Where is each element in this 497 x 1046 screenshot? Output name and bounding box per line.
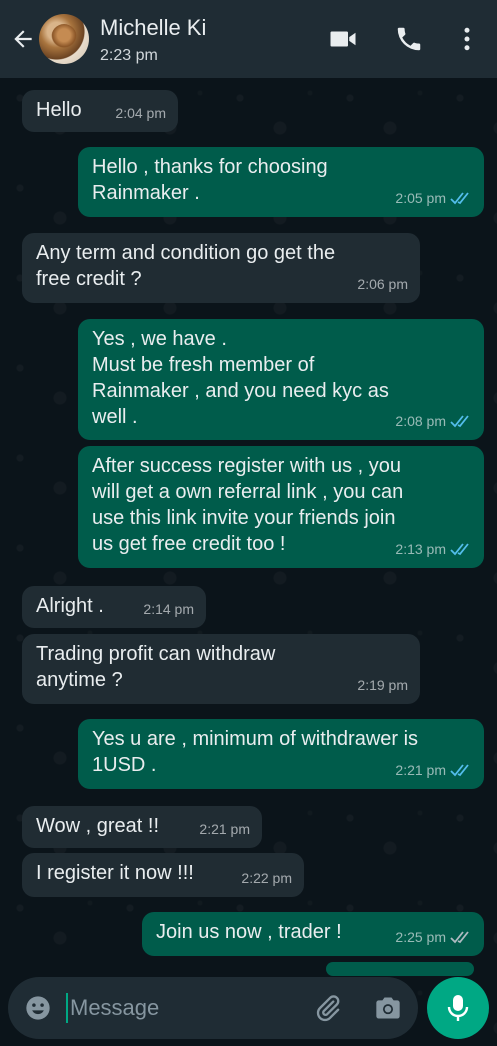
- message-meta: 2:21 pm: [199, 816, 250, 842]
- message-time: 2:05 pm: [395, 190, 446, 206]
- message-time: 2:08 pm: [395, 413, 446, 429]
- message-meta: 2:21 pm: [395, 757, 472, 783]
- message-meta: 2:19 pm: [357, 672, 408, 698]
- message-meta: 2:13 pm: [395, 536, 472, 562]
- message-time: 2:06 pm: [357, 276, 408, 292]
- message-meta: 2:06 pm: [357, 271, 408, 297]
- message-meta: 2:14 pm: [143, 596, 194, 622]
- message-text: Any term and condition go get the free c…: [36, 242, 336, 290]
- message-time: 2:25 pm: [395, 929, 446, 945]
- message-text: Hello: [36, 99, 82, 121]
- mic-button[interactable]: [427, 977, 489, 1039]
- message-outgoing[interactable]: Yes , we have . Must be fresh member of …: [78, 319, 484, 440]
- text-caret: [66, 993, 68, 1023]
- message-input[interactable]: Message: [70, 994, 159, 1022]
- message-meta: 2:22 pm: [241, 865, 292, 891]
- message-outgoing[interactable]: Hello , thanks for choosing Rainmaker . …: [78, 147, 484, 217]
- message-outgoing[interactable]: Join us now , trader ! 2:25 pm: [142, 912, 484, 956]
- read-ticks-icon: [450, 764, 469, 777]
- last-seen-status: 2:23 pm: [100, 47, 158, 64]
- emoji-icon[interactable]: [24, 994, 52, 1022]
- message-incoming[interactable]: Any term and condition go get the free c…: [22, 233, 420, 303]
- message-text: Trading profit can withdraw anytime ?: [36, 643, 276, 691]
- mic-icon: [447, 995, 469, 1021]
- message-outgoing[interactable]: Yes u are , minimum of withdrawer is 1US…: [78, 719, 484, 789]
- attach-icon[interactable]: [314, 994, 342, 1022]
- more-options-icon[interactable]: [452, 24, 482, 54]
- message-text: Wow , great !!: [36, 815, 160, 837]
- read-ticks-icon: [450, 192, 469, 205]
- contact-avatar[interactable]: [39, 14, 89, 64]
- message-incoming[interactable]: Wow , great !! 2:21 pm: [22, 806, 262, 848]
- delivered-ticks-icon: [450, 931, 469, 944]
- message-outgoing[interactable]: After success register with us , you wil…: [78, 446, 484, 568]
- message-text: Join us now , trader !: [156, 921, 342, 943]
- message-composer[interactable]: Message: [8, 977, 418, 1039]
- message-meta: 2:04 pm: [115, 100, 166, 126]
- message-incoming[interactable]: Hello 2:04 pm: [22, 90, 178, 132]
- message-time: 2:19 pm: [357, 677, 408, 693]
- read-ticks-icon: [450, 543, 469, 556]
- message-time: 2:13 pm: [395, 541, 446, 557]
- message-incoming[interactable]: Trading profit can withdraw anytime ? 2:…: [22, 634, 420, 704]
- message-outgoing-partial[interactable]: [326, 962, 474, 976]
- video-call-icon[interactable]: [328, 24, 358, 54]
- camera-icon[interactable]: [374, 994, 402, 1022]
- message-time: 2:04 pm: [115, 105, 166, 121]
- message-time: 2:21 pm: [395, 762, 446, 778]
- contact-name[interactable]: Michelle Ki: [100, 14, 206, 42]
- message-time: 2:14 pm: [143, 601, 194, 617]
- message-text: I register it now !!!: [36, 862, 194, 884]
- read-ticks-icon: [450, 415, 469, 428]
- message-time: 2:21 pm: [199, 821, 250, 837]
- phone-call-icon[interactable]: [394, 24, 424, 54]
- message-meta: 2:08 pm: [395, 408, 472, 434]
- message-meta: 2:25 pm: [395, 924, 472, 950]
- message-meta: 2:05 pm: [395, 185, 472, 211]
- message-incoming[interactable]: I register it now !!! 2:22 pm: [22, 853, 304, 897]
- chat-header: Michelle Ki 2:23 pm: [0, 0, 497, 78]
- message-incoming[interactable]: Alright . 2:14 pm: [22, 586, 206, 628]
- message-text: Alright .: [36, 595, 104, 617]
- message-time: 2:22 pm: [241, 870, 292, 886]
- back-arrow-icon[interactable]: [10, 26, 36, 52]
